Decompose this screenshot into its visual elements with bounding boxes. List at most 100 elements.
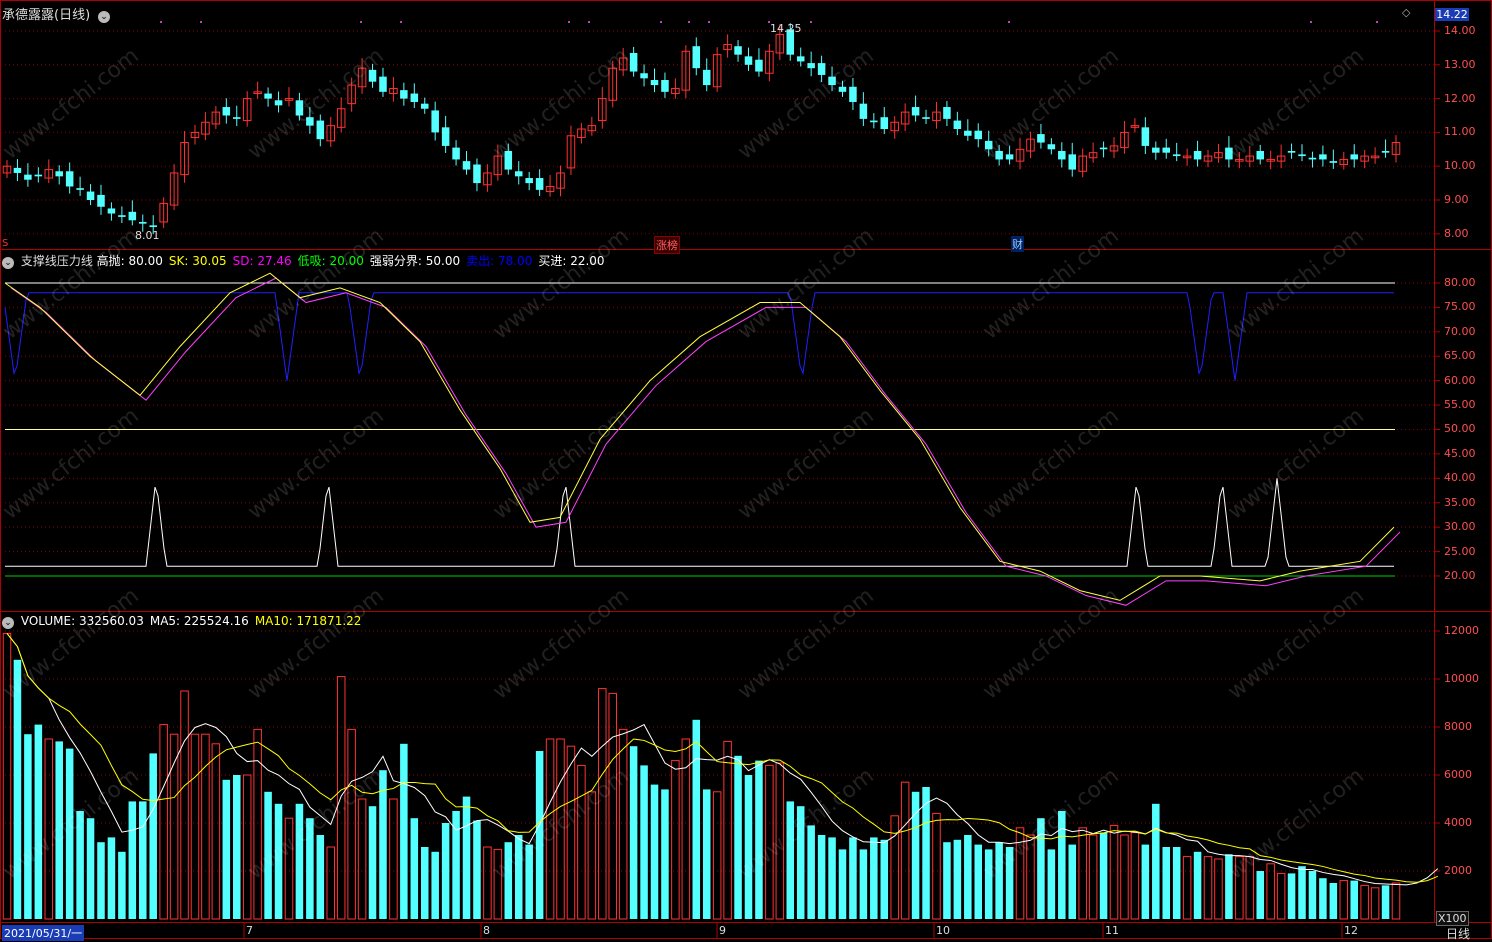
event-dot [1376, 21, 1378, 23]
watermark-text: www.cfchi.com [978, 223, 1123, 344]
volume-bar-up [253, 728, 262, 920]
watermark-text: www.cfchi.com [0, 403, 144, 524]
volume-bar-down [1172, 847, 1181, 919]
volume-bar-up [190, 733, 200, 920]
candle-down [1068, 154, 1077, 170]
volume-bar-up [671, 760, 680, 920]
candle-down [650, 80, 659, 86]
candle-down [953, 120, 962, 130]
volume-bar-up [180, 690, 189, 920]
indicator-item: 买进: 22.00 [538, 254, 604, 268]
indicator-name[interactable]: 支撑线压力线 [21, 254, 93, 268]
volume-bar-down [462, 796, 471, 919]
y-tick-label: 40.00 [1444, 471, 1476, 485]
watermark-text: www.cfchi.com [243, 403, 388, 524]
volume-bar-down [441, 823, 450, 919]
watermark-text: www.cfchi.com [978, 403, 1123, 524]
candle-down [1005, 154, 1014, 160]
cai-marker[interactable]: 财 [1011, 236, 1024, 252]
event-dot [400, 21, 402, 23]
volume-bar-up [1360, 884, 1369, 920]
volume-bar-up [890, 815, 899, 920]
candle-down [232, 117, 241, 119]
event-dot [160, 21, 162, 23]
diamond-icon[interactable]: ◇ [1402, 6, 1410, 19]
candle-down [441, 127, 450, 146]
indicator-item: 高抛: 80.00 [97, 254, 163, 268]
volume-item: VOLUME: 332560.03 [21, 614, 144, 628]
volume-bar-up [1088, 834, 1098, 920]
candle-down [139, 221, 147, 224]
volume-bar-down [222, 779, 231, 919]
candle-down [1162, 147, 1171, 153]
event-dot [660, 21, 662, 23]
indicator-item-value: 30.05 [192, 254, 227, 268]
candle-down [65, 171, 74, 187]
y-tick-label: 9.00 [1444, 193, 1469, 206]
candle-down [974, 130, 983, 140]
indicator-item-label: 卖出: [466, 254, 498, 268]
y-tick-label: 75.00 [1444, 300, 1476, 314]
watermark-text: www.cfchi.com [1223, 583, 1368, 704]
y-tick-label: 4000 [1444, 816, 1472, 829]
indicator-item: 低吸: 20.00 [298, 254, 364, 268]
candle-down [1099, 147, 1108, 150]
stock-chart-canvas[interactable]: 14.258.01www.cfchi.com www.cfchi.com www.c… [0, 0, 1492, 939]
watermark-text: www.cfchi.com [488, 43, 633, 164]
y-tick-label: 45.00 [1444, 446, 1476, 460]
candle-down [661, 80, 669, 92]
event-dot [1310, 21, 1312, 23]
candle-down [264, 93, 272, 99]
y-tick-label: 8.00 [1444, 226, 1469, 240]
volume-bar-down [379, 770, 387, 919]
event-dot [768, 21, 770, 23]
volume-bar-down [473, 820, 481, 919]
candle-down [76, 188, 84, 190]
event-dot [360, 21, 362, 23]
indicator-item: SD: 27.46 [233, 254, 292, 268]
candle-down [1152, 147, 1160, 153]
volume-bar-up [1266, 863, 1275, 920]
candle-down [1329, 161, 1338, 163]
volume-bar-down [880, 839, 889, 919]
volume-bar-up [1370, 887, 1380, 920]
candle-down [34, 174, 43, 177]
candle-down [107, 208, 116, 214]
volume-bar-down [953, 839, 962, 919]
indicator-item-value: 80.00 [128, 254, 163, 268]
y-tick-label: 30.00 [1444, 520, 1476, 534]
indicator-item-value: 50.00 [425, 254, 461, 268]
volume-bar-down [1350, 880, 1358, 919]
indicator-item-label: 强弱分界: [369, 254, 426, 268]
zhangbang-marker[interactable]: 涨榜 [654, 236, 680, 254]
candle-down [1350, 154, 1358, 160]
volume-bar-down [650, 784, 659, 919]
stock-title[interactable]: 承德露露(日线) [2, 8, 90, 23]
candle-down [744, 56, 753, 65]
candle-down [1319, 154, 1327, 160]
volume-bar-up [1130, 832, 1140, 920]
watermark-text: www.cfchi.com [488, 583, 633, 704]
volume-bar-up [900, 781, 910, 920]
current-price-tag: 14.22 [1435, 8, 1469, 21]
period-label[interactable]: 日线 [1446, 925, 1470, 942]
y-tick-label: 10000 [1444, 672, 1479, 685]
candle-down [55, 171, 63, 177]
volume-bar-down [807, 825, 815, 919]
volume-bar-up [483, 846, 492, 920]
event-dot [568, 21, 570, 23]
indicator-item-value: 78.00 [497, 254, 533, 268]
dropdown-icon[interactable]: ⌄ [97, 11, 110, 23]
volume-dropdown-icon[interactable]: ⌄ [2, 617, 14, 629]
volume-bar-down [1381, 885, 1390, 919]
volume-item-value: 225524.16 [183, 614, 249, 628]
candle-down [1298, 154, 1306, 157]
month-label: 11 [1105, 924, 1119, 937]
candle-down [1193, 150, 1202, 160]
indicator-item-label: SK: [168, 254, 193, 268]
watermark-text: www.cfchi.com [0, 223, 144, 344]
volume-bar-down [922, 787, 930, 919]
indicator-dropdown-icon[interactable]: ⌄ [2, 257, 14, 269]
candle-down [514, 171, 523, 177]
y-tick-label: 55.00 [1444, 398, 1476, 412]
